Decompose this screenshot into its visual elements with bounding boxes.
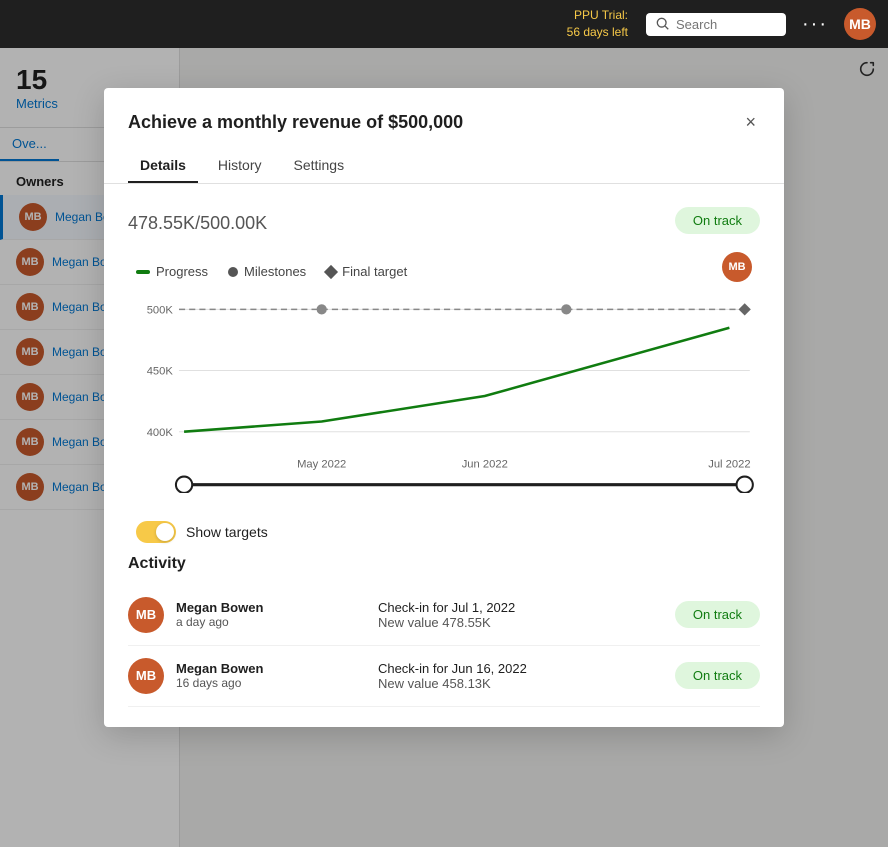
value-row: 478.55K/500.00K On track: [128, 204, 760, 236]
activity-timestamp: 16 days ago: [176, 676, 366, 690]
metric-value: 478.55K/500.00K: [128, 204, 267, 236]
svg-text:Jul 2022: Jul 2022: [708, 458, 750, 470]
main-area: 15 Metrics Ove... Owners MB Megan Bower …: [0, 48, 888, 847]
chart-svg-wrapper: 500K 450K 400K May 2022 Jun 2022 Jul 202…: [128, 289, 760, 493]
progress-icon: [136, 270, 150, 274]
tab-details[interactable]: Details: [128, 149, 198, 183]
trial-days: 56 days left: [567, 25, 628, 39]
activity-timestamp: a day ago: [176, 615, 366, 629]
activity-subdetail-text: New value 458.13K: [378, 676, 663, 691]
svg-text:500K: 500K: [147, 304, 174, 316]
top-navigation: PPU Trial: 56 days left ··· MB: [0, 0, 888, 48]
modal-body: 478.55K/500.00K On track MB Progress: [104, 184, 784, 727]
activity-title: Activity: [128, 555, 760, 573]
show-targets-row: Show targets: [128, 509, 760, 555]
activity-status-badge: On track: [675, 601, 760, 628]
activity-avatar: MB: [128, 597, 164, 633]
chart-container: MB Progress Milestones Fi: [128, 252, 760, 493]
activity-detail-text: Check-in for Jul 1, 2022: [378, 600, 663, 615]
activity-item: MB Megan Bowen a day ago Check-in for Ju…: [128, 585, 760, 646]
trial-info: PPU Trial: 56 days left: [567, 7, 628, 41]
modal-dialog: Achieve a monthly revenue of $500,000 × …: [104, 88, 784, 727]
tab-history[interactable]: History: [206, 149, 274, 183]
search-icon: [656, 17, 670, 31]
activity-person-name: Megan Bowen: [176, 600, 366, 615]
modal-title: Achieve a monthly revenue of $500,000: [128, 112, 463, 133]
svg-text:450K: 450K: [147, 366, 174, 378]
svg-text:May 2022: May 2022: [297, 458, 346, 470]
trial-label: PPU Trial:: [574, 8, 628, 22]
activity-subdetail-text: New value 478.55K: [378, 615, 663, 630]
legend-progress: Progress: [136, 264, 208, 279]
legend-milestones: Milestones: [228, 264, 306, 279]
activity-person-name: Megan Bowen: [176, 661, 366, 676]
svg-text:400K: 400K: [147, 427, 174, 439]
activity-avatar: MB: [128, 658, 164, 694]
user-avatar[interactable]: MB: [844, 8, 876, 40]
activity-details: Check-in for Jun 16, 2022 New value 458.…: [378, 661, 663, 691]
activity-status-badge: On track: [675, 662, 760, 689]
close-button[interactable]: ×: [741, 108, 760, 137]
search-box[interactable]: [646, 13, 786, 36]
activity-item: MB Megan Bowen 16 days ago Check-in for …: [128, 646, 760, 707]
show-targets-toggle[interactable]: [136, 521, 176, 543]
modal-tabs: Details History Settings: [104, 149, 784, 184]
activity-details: Check-in for Jul 1, 2022 New value 478.5…: [378, 600, 663, 630]
chart-svg: 500K 450K 400K May 2022 Jun 2022 Jul 202…: [128, 289, 760, 493]
more-options-button[interactable]: ···: [796, 11, 834, 38]
activity-info: Megan Bowen 16 days ago: [176, 661, 366, 690]
show-targets-label: Show targets: [186, 524, 268, 540]
chart-legend: Progress Milestones Final target: [128, 264, 760, 279]
legend-final-target: Final target: [326, 264, 407, 279]
status-badge: On track: [675, 207, 760, 234]
svg-text:Jun 2022: Jun 2022: [462, 458, 508, 470]
activity-detail-text: Check-in for Jun 16, 2022: [378, 661, 663, 676]
chart-avatar: MB: [722, 252, 752, 282]
tab-settings[interactable]: Settings: [281, 149, 356, 183]
modal-overlay: Achieve a monthly revenue of $500,000 × …: [0, 48, 888, 847]
activity-info: Megan Bowen a day ago: [176, 600, 366, 629]
modal-header: Achieve a monthly revenue of $500,000 ×: [104, 88, 784, 137]
final-target-icon: [324, 264, 338, 278]
milestones-icon: [228, 267, 238, 277]
search-input[interactable]: [676, 17, 776, 32]
